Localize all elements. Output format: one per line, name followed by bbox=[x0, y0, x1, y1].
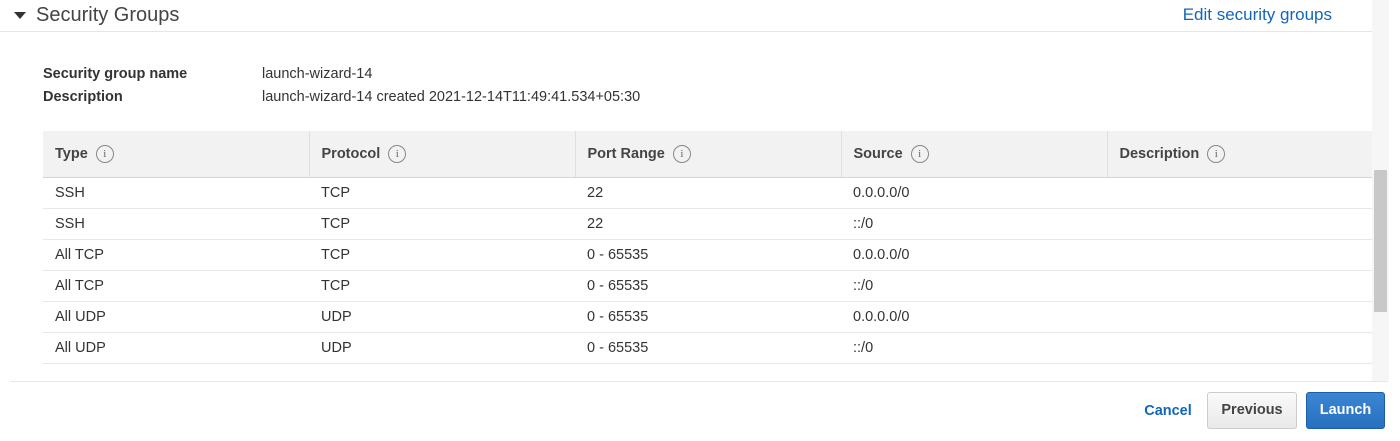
info-icon[interactable]: i bbox=[672, 144, 691, 163]
table-row: All TCP TCP 0 - 65535 0.0.0.0/0 bbox=[43, 239, 1372, 271]
cell-description bbox=[1107, 239, 1372, 271]
description-label: Description bbox=[43, 89, 123, 105]
description-value: launch-wizard-14 created 2021-12-14T11:4… bbox=[262, 89, 641, 105]
cell-type: All TCP bbox=[43, 270, 309, 302]
edit-security-groups-link[interactable]: Edit security groups bbox=[1183, 5, 1332, 25]
scrollbar-thumb[interactable] bbox=[1374, 170, 1387, 312]
info-icon[interactable]: i bbox=[910, 144, 929, 163]
cell-description bbox=[1107, 332, 1372, 364]
cell-description bbox=[1107, 301, 1372, 333]
cell-description bbox=[1107, 270, 1372, 302]
cell-type: All TCP bbox=[43, 239, 309, 271]
info-icon[interactable]: i bbox=[95, 144, 114, 163]
security-group-name-label: Security group name bbox=[43, 66, 188, 82]
security-group-name-value: launch-wizard-14 bbox=[262, 66, 373, 82]
column-header-source: Source i bbox=[841, 131, 1108, 178]
cell-description bbox=[1107, 177, 1372, 209]
cell-port-range: 0 - 65535 bbox=[575, 301, 841, 333]
column-header-label: Port Range bbox=[587, 145, 665, 162]
cell-port-range: 0 - 65535 bbox=[575, 332, 841, 364]
cell-port-range: 0 - 65535 bbox=[575, 239, 841, 271]
cell-source: 0.0.0.0/0 bbox=[841, 301, 1107, 333]
previous-button[interactable]: Previous bbox=[1207, 392, 1297, 429]
cell-source: ::/0 bbox=[841, 208, 1107, 240]
cell-source: 0.0.0.0/0 bbox=[841, 177, 1107, 209]
cell-protocol: UDP bbox=[309, 332, 575, 364]
cell-source: ::/0 bbox=[841, 270, 1107, 302]
column-header-label: Type bbox=[55, 145, 88, 162]
cell-protocol: TCP bbox=[309, 208, 575, 240]
cell-protocol: UDP bbox=[309, 301, 575, 333]
footer-divider bbox=[10, 381, 1388, 382]
info-icon[interactable]: i bbox=[388, 144, 407, 163]
cell-protocol: TCP bbox=[309, 177, 575, 209]
table-row: All UDP UDP 0 - 65535 0.0.0.0/0 bbox=[43, 301, 1372, 333]
cell-port-range: 22 bbox=[575, 177, 841, 209]
caret-down-icon[interactable] bbox=[14, 12, 26, 19]
cell-type: All UDP bbox=[43, 301, 309, 333]
cancel-button[interactable]: Cancel bbox=[1133, 396, 1203, 426]
cell-type: SSH bbox=[43, 208, 309, 240]
section-header: Security Groups Edit security groups bbox=[0, 0, 1372, 32]
column-header-description: Description i bbox=[1107, 131, 1372, 178]
table-header-row: Type i Protocol i Port Range i Source i Desc… bbox=[43, 131, 1372, 178]
table-row: SSH TCP 22 0.0.0.0/0 bbox=[43, 177, 1372, 209]
info-icon[interactable]: i bbox=[1207, 144, 1226, 163]
column-header-label: Source bbox=[853, 145, 903, 162]
column-header-protocol: Protocol i bbox=[309, 131, 576, 178]
cell-type: All UDP bbox=[43, 332, 309, 364]
section-title: Security Groups bbox=[36, 4, 180, 26]
table-row: All TCP TCP 0 - 65535 ::/0 bbox=[43, 270, 1372, 302]
launch-button[interactable]: Launch bbox=[1306, 392, 1385, 429]
column-header-type: Type i bbox=[43, 131, 310, 178]
cell-source: 0.0.0.0/0 bbox=[841, 239, 1107, 271]
table-row: SSH TCP 22 ::/0 bbox=[43, 208, 1372, 240]
cell-port-range: 22 bbox=[575, 208, 841, 240]
cell-protocol: TCP bbox=[309, 239, 575, 271]
column-header-port-range: Port Range i bbox=[575, 131, 842, 178]
cell-type: SSH bbox=[43, 177, 309, 209]
column-header-label: Description bbox=[1119, 145, 1200, 162]
cell-description bbox=[1107, 208, 1372, 240]
cell-port-range: 0 - 65535 bbox=[575, 270, 841, 302]
cell-source: ::/0 bbox=[841, 332, 1107, 364]
table-row: All UDP UDP 0 - 65535 ::/0 bbox=[43, 332, 1372, 364]
cell-protocol: TCP bbox=[309, 270, 575, 302]
security-rules-table: Type i Protocol i Port Range i Source i Desc… bbox=[43, 131, 1372, 364]
column-header-label: Protocol bbox=[321, 145, 381, 162]
